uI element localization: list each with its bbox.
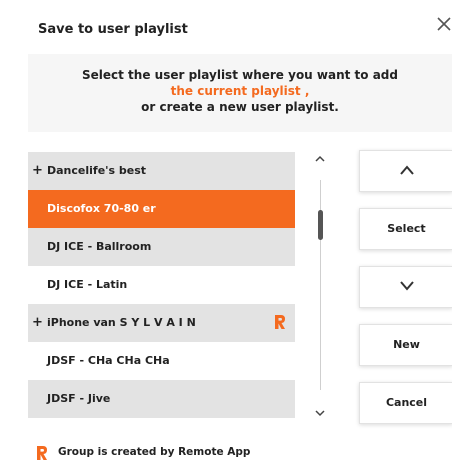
playlist-item-iphone-van-sylvain[interactable]: + iPhone van S Y L V A I N [28,304,295,342]
instructions-line: or create a new user playlist. [141,100,339,114]
close-icon[interactable] [437,13,452,35]
move-up-button[interactable] [359,150,452,192]
select-button-label: Select [387,222,426,235]
new-button-label: New [393,338,420,351]
scroll-down-icon[interactable] [311,404,329,418]
chevron-up-icon [315,155,325,162]
playlist-item-label: JDSF - CHa CHa CHa [47,354,170,367]
cancel-button-label: Cancel [385,396,428,409]
playlist-item-dj-ice-latin[interactable]: DJ ICE - Latin [28,266,295,304]
chevron-down-icon [315,410,325,417]
cancel-button[interactable]: Cancel [359,382,452,424]
close-icon-glyph [437,17,451,31]
playlist-item-discofox[interactable]: Discofox 70-80 er [28,190,295,228]
remote-app-icon [275,315,285,329]
move-down-button[interactable] [359,266,452,308]
playlist-item-label: Discofox 70-80 er [47,202,156,215]
select-button[interactable]: Select [359,208,452,250]
chevron-down-icon [400,281,414,291]
instructions-panel: Select the user playlist where you want … [28,54,452,132]
expand-plus-icon[interactable]: + [32,164,43,178]
playlist-item-jdsf-jive[interactable]: JDSF - Jive [28,380,295,418]
current-playlist-highlight: the current playlist , [170,84,310,98]
instructions-line: Select the user playlist where you want … [82,68,398,82]
playlist-item-dj-ice-ballroom[interactable]: DJ ICE - Ballroom [28,228,295,266]
playlist-item-jdsf-cha-cha-cha[interactable]: JDSF - CHa CHa CHa [28,342,295,380]
playlist-item-label: iPhone van S Y L V A I N [47,316,196,329]
remote-app-icon [37,446,47,460]
dialog-title: Save to user playlist [38,22,188,37]
chevron-up-icon [400,165,414,175]
new-button[interactable]: New [359,324,452,366]
expand-plus-icon[interactable]: + [32,316,43,330]
footer-text: Group is created by Remote App [58,446,251,458]
scrollbar-thumb[interactable] [318,210,323,240]
playlist-item-label: DJ ICE - Latin [47,278,128,291]
playlist-item-label: JDSF - Jive [47,392,111,405]
playlist-item-label: Dancelife's best [47,164,147,177]
playlist-item-label: DJ ICE - Ballroom [47,240,152,253]
playlist-list: + Dancelife's best Discofox 70-80 er DJ … [28,152,295,420]
scroll-up-icon[interactable] [311,150,329,164]
save-to-playlist-dialog: Save to user playlist Select the user pl… [0,0,452,474]
playlist-item-dancelifes-best[interactable]: + Dancelife's best [28,152,295,190]
